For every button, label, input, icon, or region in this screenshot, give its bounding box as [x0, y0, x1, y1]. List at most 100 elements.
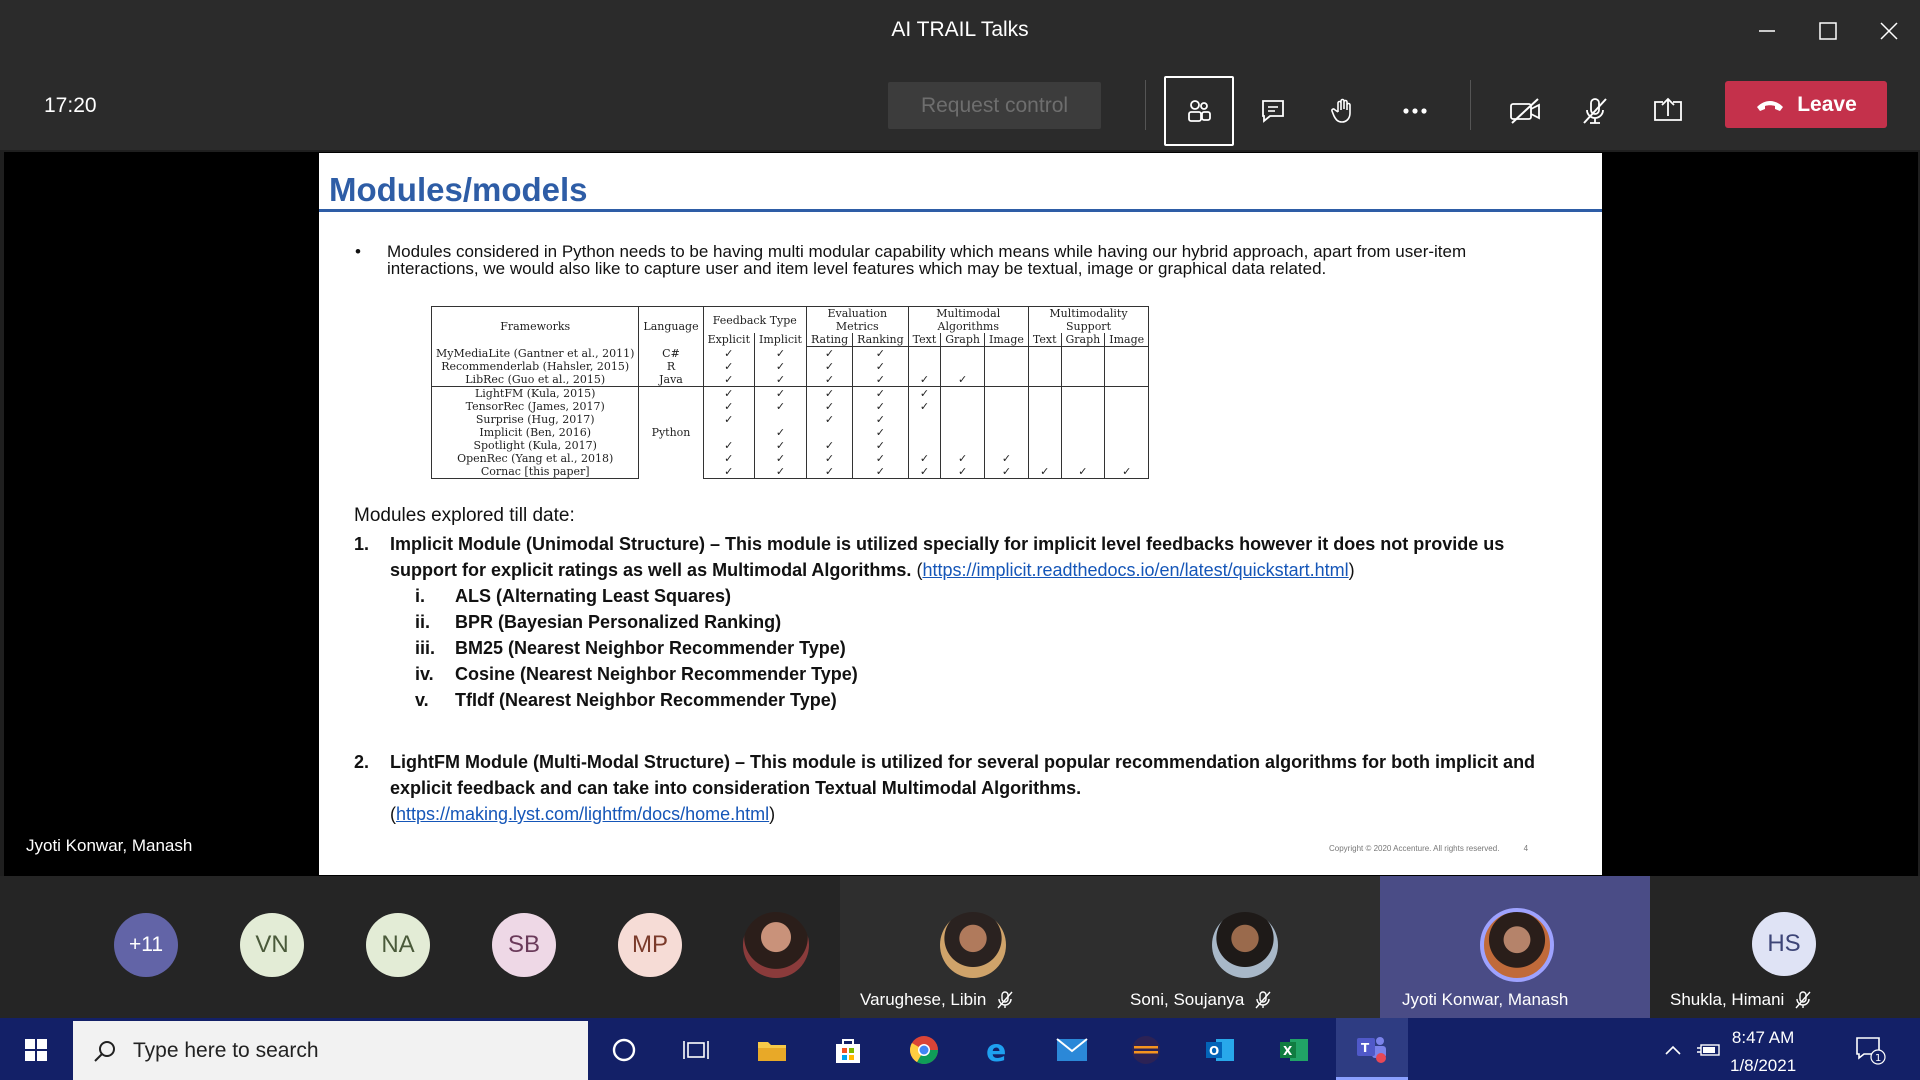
table-cell	[1104, 413, 1150, 426]
eclipse-taskbar-button[interactable]	[1122, 1026, 1170, 1074]
table-cell: ✓	[702, 373, 756, 387]
modules-explored-label: Modules explored till date:	[354, 505, 575, 526]
framework-name: MyMediaLite (Gantner et al., 2011)	[430, 346, 640, 360]
participant-avatar-photo	[1212, 912, 1278, 978]
chat-button[interactable]	[1238, 76, 1308, 146]
table-cell	[940, 386, 985, 400]
participants-button[interactable]	[1164, 76, 1234, 146]
table-cell	[1027, 413, 1062, 426]
participant-avatar-initials[interactable]: NA	[366, 913, 430, 977]
table-row: TensorRec (James, 2017) ✓ ✓ ✓ ✓ ✓	[430, 400, 1150, 413]
leave-button[interactable]: Leave	[1725, 81, 1887, 128]
table-cell: ✓	[754, 400, 807, 413]
participant-avatar-initials[interactable]: VN	[240, 913, 304, 977]
camera-toggle-button[interactable]	[1490, 76, 1560, 146]
cortana-button[interactable]	[600, 1026, 648, 1074]
table-cell	[1060, 400, 1106, 413]
table-cell: ✓	[805, 346, 854, 360]
roman-numeral: i.	[415, 586, 426, 606]
store-taskbar-button[interactable]	[824, 1026, 872, 1074]
taskbar-clock[interactable]: 8:47 AM 1/8/2021	[1730, 1024, 1796, 1080]
excel-taskbar-button[interactable]: X	[1270, 1026, 1318, 1074]
copyright-text: Copyright © 2020 Accenture. All rights r…	[1329, 844, 1500, 853]
maximize-button[interactable]	[1808, 14, 1848, 48]
participant-name: Jyoti Konwar, Manash	[1402, 990, 1569, 1009]
table-cell: ✓	[805, 465, 854, 479]
table-cell: ✓	[852, 386, 909, 400]
participant-name: Varughese, Libin	[860, 990, 987, 1009]
table-row: Implicit (Ben, 2016) ✓ ✓	[430, 426, 1150, 439]
framework-language: C#	[638, 346, 704, 360]
minimize-button[interactable]	[1747, 14, 1787, 48]
battery-status-button[interactable]	[1692, 1026, 1726, 1074]
table-cell	[907, 413, 942, 426]
table-cell: ✓	[852, 465, 909, 479]
table-cell: ✓	[702, 360, 756, 373]
table-cell: ✓	[702, 400, 756, 413]
lightfm-docs-link[interactable]: https://making.lyst.com/lightfm/docs/hom…	[396, 804, 769, 824]
chrome-taskbar-button[interactable]	[900, 1026, 948, 1074]
close-button[interactable]	[1869, 14, 1909, 48]
svg-text:X: X	[1283, 1044, 1293, 1058]
mail-taskbar-button[interactable]	[1048, 1026, 1096, 1074]
table-cell	[754, 413, 807, 426]
store-bag-icon	[836, 1039, 860, 1063]
outlook-taskbar-button[interactable]: O	[1196, 1026, 1244, 1074]
table-cell	[1104, 426, 1150, 439]
module-item-lightfm: 2. LightFM Module (Multi-Modal Structure…	[354, 749, 1560, 827]
more-options-button[interactable]	[1380, 76, 1450, 146]
algorithm-name: BPR (Bayesian Personalized Ranking)	[455, 612, 782, 632]
maximize-icon	[1819, 22, 1837, 40]
chrome-icon	[910, 1036, 938, 1064]
table-cell: ✓	[754, 452, 807, 465]
mic-muted-icon	[997, 991, 1013, 1009]
teams-taskbar-button[interactable]: T	[1336, 1018, 1408, 1080]
header-evaluation-metrics: Evaluation Metrics	[805, 306, 909, 333]
svg-text:O: O	[1209, 1044, 1219, 1058]
participant-avatar-photo[interactable]	[743, 912, 809, 978]
table-cell	[1104, 373, 1150, 387]
table-cell	[1104, 439, 1150, 452]
table-cell	[1027, 386, 1062, 400]
participant-avatar-photo	[940, 912, 1006, 978]
participant-tile[interactable]: Varughese, Libin	[840, 876, 1110, 1018]
taskbar-time: 8:47 AM	[1731, 1028, 1795, 1047]
edge-taskbar-button[interactable]: e	[974, 1026, 1022, 1074]
more-participants-button[interactable]: +11	[114, 913, 178, 977]
bullet-dot: •	[355, 242, 361, 261]
roman-numeral: iv.	[415, 664, 434, 684]
algorithm-name: Cosine (Nearest Neighbor Recommender Typ…	[455, 664, 858, 684]
table-cell	[983, 400, 1029, 413]
start-button[interactable]	[12, 1026, 60, 1074]
participant-tile[interactable]: HS Shukla, Himani	[1650, 876, 1920, 1018]
table-cell: ✓	[907, 465, 942, 479]
chat-icon	[1262, 100, 1284, 123]
task-view-button[interactable]	[672, 1026, 720, 1074]
table-cell: ✓	[1104, 465, 1150, 479]
participant-avatar-initials[interactable]: SB	[492, 913, 556, 977]
algorithm-list-item: iv. Cosine (Nearest Neighbor Recommender …	[415, 661, 858, 687]
table-cell: ✓	[852, 373, 909, 387]
share-screen-button[interactable]	[1633, 76, 1703, 146]
participant-tile[interactable]: Soni, Soujanya	[1110, 876, 1380, 1018]
request-control-button[interactable]: Request control	[888, 82, 1101, 129]
taskbar-search-box[interactable]: Type here to search	[73, 1021, 588, 1080]
raise-hand-button[interactable]	[1308, 76, 1378, 146]
mic-toggle-button[interactable]	[1560, 76, 1630, 146]
show-hidden-icons-button[interactable]	[1658, 1026, 1688, 1074]
table-cell: ✓	[754, 465, 807, 479]
table-cell: ✓	[907, 373, 942, 387]
implicit-docs-link[interactable]: https://implicit.readthedocs.io/en/lates…	[922, 560, 1348, 580]
table-cell	[1027, 346, 1062, 360]
file-explorer-taskbar-button[interactable]	[748, 1026, 796, 1074]
action-center-button[interactable]: 1	[1846, 1026, 1894, 1074]
participant-tile-active-speaker[interactable]: Jyoti Konwar, Manash	[1380, 876, 1650, 1018]
participant-avatar-initials[interactable]: MP	[618, 913, 682, 977]
header-ranking: Ranking	[852, 333, 909, 347]
internet-explorer-icon: e	[986, 1034, 1006, 1066]
table-cell	[1060, 413, 1106, 426]
participant-name: Soni, Soujanya	[1130, 990, 1245, 1009]
table-cell	[983, 360, 1029, 373]
more-icon	[1403, 108, 1427, 114]
framework-language: R	[638, 360, 704, 373]
